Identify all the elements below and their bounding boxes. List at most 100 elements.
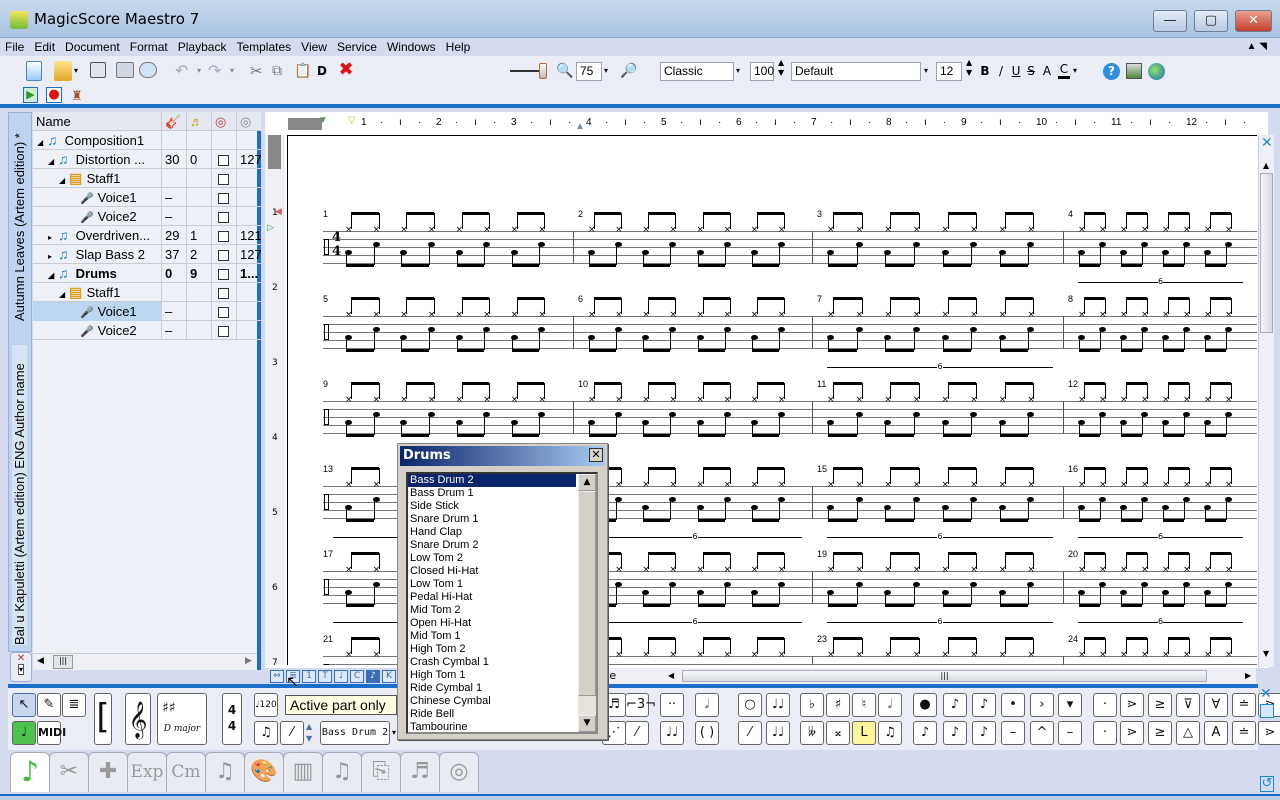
tree-row[interactable]: ◢ ▤ Staff1 [33,169,261,188]
double-sharp-button[interactable]: 𝄪 [826,721,850,745]
tree-row-name[interactable]: 🎤 Voice2 [33,321,161,340]
single-staff-button[interactable]: 1 [302,670,316,683]
tree-row-name[interactable]: ◢ ♫ Composition1 [33,131,161,150]
open-dropdown-icon[interactable]: ▾ [74,61,78,81]
scroll-right-icon[interactable]: ▶ [245,656,252,666]
palette-window-icon[interactable] [1260,704,1274,718]
tree-row[interactable]: 🎤 Voice2– [33,321,261,340]
tree-row-name[interactable]: ◢ ♫ Distortion ... [33,150,161,169]
document-tab-bal-u-kapuletti[interactable]: Bal u Kapuletti (Artem edition) ENG Auth… [12,345,27,645]
tab-marker[interactable]: ▲ [575,121,585,132]
scroll-down-icon[interactable]: ▼ [1263,649,1269,658]
piano-roll-icon[interactable] [1126,63,1142,79]
artic-1-button[interactable]: · [1093,693,1117,717]
expander-icon[interactable]: ▸ [48,247,58,264]
score-vertical-scrollbar[interactable]: ✕ ▲ ▼ [1258,135,1274,667]
mute-checkbox[interactable] [218,307,229,319]
double-flat-button[interactable]: 𝄫 [800,721,824,745]
drum-list-item[interactable]: Snare Drum 1 [408,513,576,526]
tie-down-button[interactable]: ♩♩ [766,721,790,745]
score-scroll-thumb[interactable] [1260,173,1273,333]
half-note-button[interactable]: 𝅗𝅥 [695,693,719,717]
drum-list-item[interactable]: Hand Clap [408,526,576,539]
navigator-mode-tab[interactable]: ◎ [439,752,479,792]
volume-slider-handle[interactable] [539,63,547,79]
artic-4-button[interactable]: ⊽ [1176,693,1200,717]
mute-checkbox[interactable] [218,212,229,224]
score-horizontal-scrollbar[interactable]: ite ◀ ||| ▶ [600,668,1256,684]
note-view-button[interactable]: ♪ [366,670,380,683]
tree-row-name[interactable]: 🎤 Voice1 [33,302,161,321]
flat-button[interactable]: ♭ [800,693,824,717]
mute-column-icon[interactable]: ◎ [211,112,236,131]
open-folder-icon[interactable] [54,61,72,81]
drum-list-scrollbar[interactable]: ▲ ▼ [578,474,596,732]
text-style-button[interactable]: A [1042,61,1052,81]
accent-button[interactable]: › [1030,693,1054,717]
instrument-column-icon[interactable]: 🎸 [161,112,186,131]
drum-list-item[interactable]: High Tom 1 [408,669,576,682]
tree-row[interactable]: ◢ ♫ Distortion ... 30 0 127 [33,150,261,169]
hscroll-left-icon[interactable]: ◀ [668,671,674,680]
scroll-left-icon[interactable]: ◀ [37,656,44,666]
staccatissimo-button[interactable]: ▾ [1058,693,1082,717]
maximize-button[interactable]: ▢ [1194,10,1228,32]
grace-down-button[interactable]: ♪ [943,721,967,745]
strike-button[interactable]: S [1026,61,1036,81]
tree-row[interactable]: ▸ ♫ Slap Bass 2 37 2 127 [33,245,261,264]
menu-edit[interactable]: Edit [29,38,60,56]
tree-row[interactable]: ◢ ♫ Composition1 [33,131,261,150]
expander-icon[interactable]: ◢ [48,152,58,169]
two-notes-button[interactable]: ♩♩ [660,721,684,745]
zoom-input[interactable]: 75 [576,62,602,81]
artic-14-button[interactable]: ⋗ [1258,721,1280,745]
menu-windows[interactable]: Windows [382,38,441,56]
drum-list-item[interactable]: Snare Drum 2 [408,539,576,552]
vertical-ruler[interactable]: ◀ ▷ 1234567 [265,135,285,668]
note-input-button[interactable]: ♩ [12,721,36,745]
tree-horizontal-scrollbar[interactable]: ◀ ||| ▶ [33,653,257,670]
grace-note-button[interactable]: 𝅗𝅥 [878,693,902,717]
web-globe-icon[interactable] [1148,63,1165,80]
midi-button[interactable]: MIDI [37,721,66,745]
menu-templates[interactable]: Templates [231,38,296,56]
tree-row[interactable]: ▸ ♫ Overdriven... 29 1 121 [33,226,261,245]
select-tool-button[interactable]: ↖ [12,693,36,717]
clef-button[interactable]: 𝄞 [125,693,151,745]
d-button[interactable]: D [316,61,328,81]
underline-button[interactable]: U [1011,61,1021,81]
drum-list-item[interactable]: Low Tom 2 [408,552,576,565]
artic-10-button[interactable]: ≥ [1148,721,1172,745]
rest-button[interactable]: – [1058,721,1082,745]
menu-playback[interactable]: Playback [173,38,232,56]
drum-list-item[interactable]: Open Hi-Hat [408,617,576,630]
chord-view-button[interactable]: C [350,670,364,683]
staccato-button[interactable]: ● [913,693,937,717]
glissando-button[interactable]: ⁄ [625,721,649,745]
close-button[interactable]: ✕ [1235,10,1272,32]
scale-spinner[interactable]: ▲ ▼ [778,58,784,78]
metronome-icon[interactable]: ♜ [70,87,84,107]
mute-checkbox[interactable] [218,269,229,281]
cut-mode-tab[interactable]: ✂ [49,752,89,792]
marcato-button[interactable]: ^ [1030,721,1054,745]
voice-view-button[interactable]: ♩ [334,670,348,683]
drum-instrument-list[interactable]: Bass Drum 2 Bass Drum 1 Side Stick Snare Dr… [406,472,598,734]
expander-icon[interactable]: ◢ [48,266,58,283]
drum-list-item[interactable]: Pedal Hi-Hat [408,591,576,604]
beam-button[interactable]: ♫ [878,721,902,745]
drum-dropdown-icon[interactable]: ▾ [392,728,396,737]
drum-list-item[interactable]: Crash Cymbal 1 [408,656,576,669]
hscroll-thumb[interactable]: ||| [682,670,1207,682]
expander-icon[interactable]: ◢ [37,133,47,150]
drum-list-item[interactable]: Mid Tom 1 [408,630,576,643]
palette-mode-tab[interactable]: 🎨 [244,752,284,792]
restore-palette-icon[interactable]: ↺ [1260,776,1274,792]
drums-dialog-close-button[interactable]: ✕ [589,448,603,462]
menu-view[interactable]: View [296,38,332,56]
tree-row[interactable]: 🎤 Voice1– [33,188,261,207]
line-tool-button[interactable]: ⁄ [738,721,762,745]
slur-up-button[interactable]: ♪ [943,693,967,717]
mute-checkbox[interactable] [218,193,229,205]
first-line-marker[interactable]: ▽ [348,115,356,126]
